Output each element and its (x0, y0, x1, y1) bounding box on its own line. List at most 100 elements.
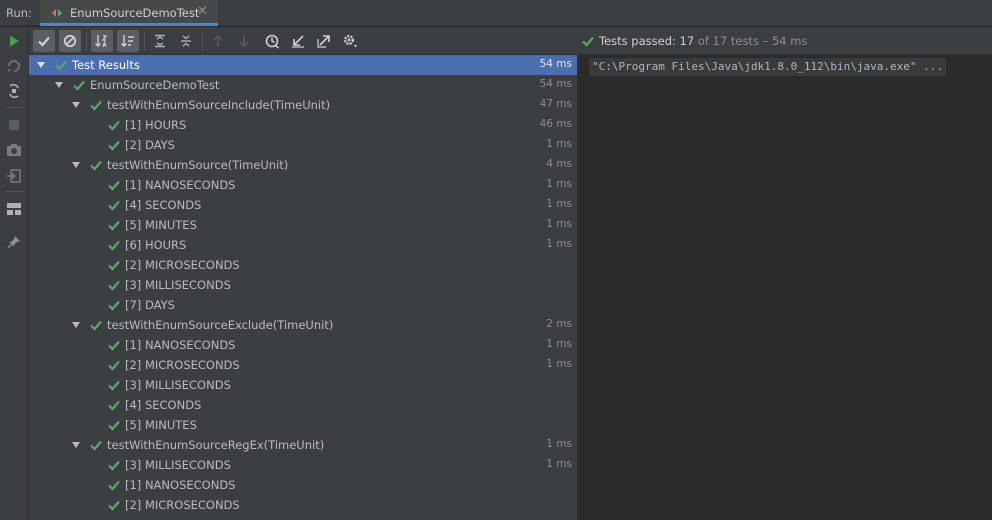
run-tab[interactable]: EnumSourceDemoTest ✕ (40, 0, 218, 26)
console-output[interactable]: "C:\Program Files\Java\jdk1.8.0_112\bin\… (579, 55, 992, 520)
test-name: [2] MICROSECONDS (125, 258, 240, 272)
rerun-failed-icon[interactable] (4, 56, 24, 76)
test-method-row[interactable]: testWithEnumSourceInclude(TimeUnit) 47 ms (29, 95, 577, 115)
test-duration: 54 ms (539, 58, 572, 70)
expand-all-icon[interactable] (149, 30, 171, 52)
expand-arrow-icon[interactable] (71, 99, 81, 109)
passed-check-icon (107, 478, 121, 492)
test-name: [1] NANOSECONDS (125, 478, 236, 492)
close-icon[interactable]: ✕ (197, 4, 208, 19)
test-case-row[interactable]: [3] MILLISECONDS 1 ms (29, 455, 577, 475)
test-duration: 2 ms (546, 318, 572, 330)
test-name: [3] MILLISECONDS (125, 458, 231, 472)
expand-arrow-icon[interactable] (71, 159, 81, 169)
test-name: [2] DAYS (125, 138, 175, 152)
test-case-row[interactable]: [2] MICROSECONDS (29, 495, 577, 515)
show-ignored-icon[interactable] (59, 30, 81, 52)
passed-check-icon (107, 118, 121, 132)
test-method-row[interactable]: testWithEnumSourceExclude(TimeUnit) 2 ms (29, 315, 577, 335)
test-case-row[interactable]: [2] MICROSECONDS 1 ms (29, 355, 577, 375)
next-failed-icon[interactable] (233, 30, 255, 52)
layout-icon[interactable] (4, 199, 24, 219)
previous-failed-icon[interactable] (207, 30, 229, 52)
passed-check-icon (107, 458, 121, 472)
test-case-row[interactable]: [1] NANOSECONDS (29, 475, 577, 495)
show-passed-icon[interactable] (33, 30, 55, 52)
test-class-row[interactable]: EnumSourceDemoTest 54 ms (29, 75, 577, 95)
pin-icon[interactable] (4, 232, 24, 252)
run-tab-title: EnumSourceDemoTest (70, 6, 200, 20)
passed-check-icon (107, 398, 121, 412)
test-duration: 1 ms (546, 138, 572, 150)
passed-check-icon (107, 418, 121, 432)
export-tests-icon[interactable] (313, 30, 335, 52)
test-name: [2] MICROSECONDS (125, 498, 240, 512)
test-name: testWithEnumSourceRegEx(TimeUnit) (107, 438, 325, 452)
status-prefix: Tests passed: (599, 34, 680, 48)
test-case-row[interactable]: [1] HOURS 46 ms (29, 115, 577, 135)
passed-check-icon (107, 258, 121, 272)
import-tests-icon[interactable] (287, 30, 309, 52)
passed-check-icon (107, 138, 121, 152)
test-name: [1] HOURS (125, 118, 187, 132)
test-case-row[interactable]: [2] MICROSECONDS (29, 255, 577, 275)
test-duration: 1 ms (546, 198, 572, 210)
test-results-tree[interactable]: Test Results 54 ms EnumSourceDemoTest 54 ms… (29, 55, 577, 520)
status-suffix: of 17 tests – 54 ms (694, 34, 808, 48)
test-name: [4] SECONDS (125, 198, 202, 212)
passed-check-icon (107, 278, 121, 292)
test-case-row[interactable]: [5] MINUTES (29, 415, 577, 435)
stop-icon[interactable] (4, 115, 24, 135)
test-duration: 1 ms (546, 178, 572, 190)
test-tree-toolbar (29, 27, 577, 55)
test-name: [1] NANOSECONDS (125, 178, 236, 192)
sort-by-duration-icon[interactable] (117, 30, 139, 52)
passed-check-icon (107, 198, 121, 212)
test-name: [1] NANOSECONDS (125, 338, 236, 352)
run-side-toolbar (0, 27, 29, 520)
passed-check-icon (107, 298, 121, 312)
console-command-line: "C:\Program Files\Java\jdk1.8.0_112\bin\… (589, 58, 946, 76)
test-duration: 54 ms (539, 78, 572, 90)
camera-icon[interactable] (4, 140, 24, 160)
test-duration: 4 ms (546, 158, 572, 170)
passed-check-icon (107, 238, 121, 252)
expand-arrow-icon[interactable] (36, 59, 46, 69)
test-method-row[interactable]: testWithEnumSource(TimeUnit) 4 ms (29, 155, 577, 175)
collapse-all-icon[interactable] (175, 30, 197, 52)
test-case-row[interactable]: [4] SECONDS 1 ms (29, 195, 577, 215)
test-name: Test Results (72, 58, 140, 72)
test-case-row[interactable]: [2] DAYS 1 ms (29, 135, 577, 155)
sort-alphabetically-icon[interactable] (91, 30, 113, 52)
test-case-row[interactable]: [6] HOURS 1 ms (29, 235, 577, 255)
test-method-row[interactable]: testWithEnumSourceRegEx(TimeUnit) 1 ms (29, 435, 577, 455)
test-case-row[interactable]: [3] MILLISECONDS (29, 375, 577, 395)
test-duration: 1 ms (546, 358, 572, 370)
test-duration: 1 ms (546, 238, 572, 250)
test-duration: 1 ms (546, 458, 572, 470)
passed-check-icon (107, 218, 121, 232)
expand-arrow-icon[interactable] (71, 439, 81, 449)
test-history-icon[interactable] (261, 30, 283, 52)
test-results-root-row[interactable]: Test Results 54 ms (29, 55, 577, 75)
test-name: testWithEnumSourceInclude(TimeUnit) (107, 98, 331, 112)
test-case-row[interactable]: [4] SECONDS (29, 395, 577, 415)
test-name: [6] HOURS (125, 238, 187, 252)
test-case-row[interactable]: [1] NANOSECONDS 1 ms (29, 335, 577, 355)
test-name: [5] MINUTES (125, 418, 197, 432)
passed-check-icon (107, 378, 121, 392)
test-name: [2] MICROSECONDS (125, 358, 240, 372)
test-case-row[interactable]: [3] MILLISECONDS (29, 275, 577, 295)
expand-arrow-icon[interactable] (71, 319, 81, 329)
test-name: EnumSourceDemoTest (90, 78, 220, 92)
settings-icon[interactable] (339, 30, 361, 52)
run-icon[interactable] (4, 31, 24, 51)
passed-check-icon (89, 318, 103, 332)
toggle-auto-test-icon[interactable] (4, 81, 24, 101)
test-case-row[interactable]: [1] NANOSECONDS 1 ms (29, 175, 577, 195)
expand-arrow-icon[interactable] (54, 79, 64, 89)
test-class-icon (50, 6, 64, 20)
test-case-row[interactable]: [5] MINUTES 1 ms (29, 215, 577, 235)
test-case-row[interactable]: [7] DAYS (29, 295, 577, 315)
exit-icon[interactable] (4, 166, 24, 186)
